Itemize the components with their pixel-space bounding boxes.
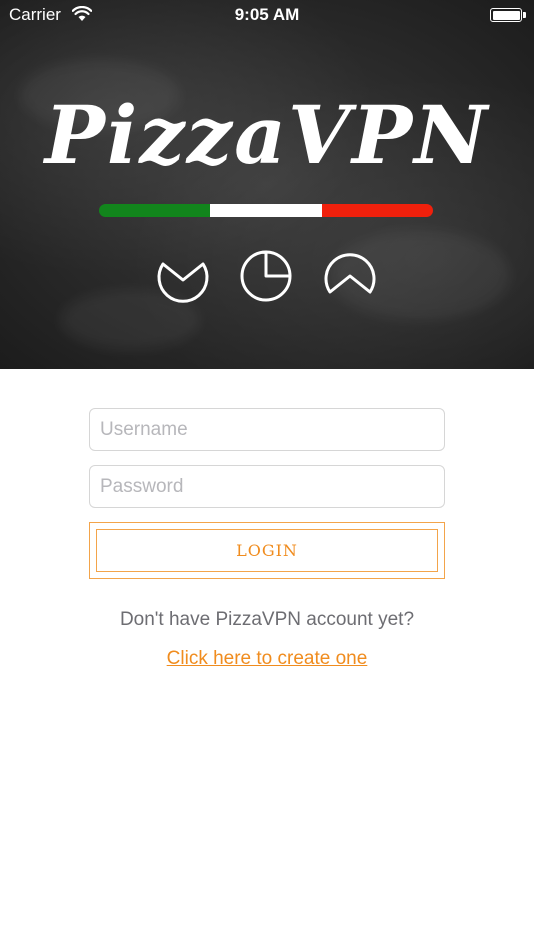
header-banner: Carrier 9:05 AM PizzaVPN <box>0 0 534 369</box>
login-button-label: LOGIN <box>96 529 438 572</box>
pizza-whole-bitten-icon <box>157 262 209 303</box>
pizza-slice-icon <box>324 253 376 294</box>
italian-flag-bar <box>99 204 433 217</box>
status-bar: Carrier 9:05 AM <box>0 0 534 30</box>
login-button[interactable]: LOGIN <box>89 522 445 579</box>
flag-white-segment <box>210 204 322 217</box>
flag-red-segment <box>321 204 433 217</box>
username-input[interactable] <box>89 408 445 451</box>
signup-prompt: Don't have PizzaVPN account yet? <box>119 609 415 630</box>
battery-icon <box>490 8 526 22</box>
pizza-slice-missing-icon <box>240 250 292 302</box>
create-account-link[interactable]: Click here to create one <box>0 648 534 670</box>
status-time: 9:05 AM <box>234 5 300 24</box>
flag-green-segment <box>99 204 211 217</box>
password-input[interactable] <box>89 465 445 508</box>
app-logo: PizzaVPN <box>44 88 490 182</box>
